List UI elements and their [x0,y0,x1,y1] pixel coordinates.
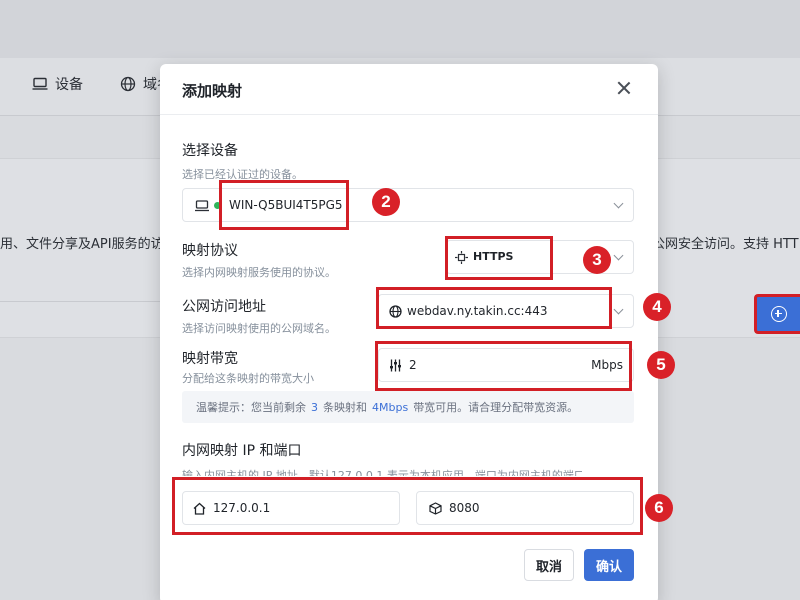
home-icon [193,502,206,515]
panel-divider [0,301,160,302]
bandwidth-tip: 温馨提示：您当前剩余 3 条映射和 4Mbps 带宽可用。请合理分配带宽资源。 [182,391,634,423]
device-select[interactable]: WIN-Q5BUI4T5PG5 [182,188,634,222]
internal-port-value: 8080 [449,501,480,515]
internal-label: 内网映射 IP 和端口 [182,443,302,459]
annotation-badge-6: 6 [645,494,673,522]
device-value: WIN-Q5BUI4T5PG5 [229,198,343,212]
computer-icon [195,200,209,212]
internal-ip-value: 127.0.0.1 [213,501,271,515]
close-icon[interactable] [616,80,632,96]
tip-suffix: 带宽可用。请合理分配带宽资源。 [413,401,579,414]
add-mapping-dialog: 添加映射 选择设备 选择已经认证过的设备。 WIN-Q5BUI4T5PG5 映射… [160,64,658,600]
protocol-label: 映射协议 [182,243,238,259]
tip-bandwidth-left: 4Mbps [372,400,409,414]
globe-icon [120,76,136,92]
dialog-divider [160,114,658,115]
public-address-select[interactable]: webdav.ny.takin.cc:443 [378,294,634,328]
public-address-hint: 选择访问映射使用的公网域名。 [182,322,336,335]
chevron-down-icon [613,304,624,315]
internal-hint: 输入内网主机的 IP 地址，默认127.0.0.1 表示为本机应用，端口为内网主… [182,469,582,476]
cancel-button[interactable]: 取消 [524,549,574,581]
protocol-hint: 选择内网映射服务使用的协议。 [182,266,336,279]
chevron-down-icon [613,250,624,261]
public-address-value: webdav.ny.takin.cc:443 [407,304,548,318]
tip-middle: 条映射和 [323,401,367,414]
top-bar [0,0,800,58]
device-label: 选择设备 [182,143,238,159]
public-address-label: 公网访问地址 [182,299,266,315]
sliders-icon [390,359,401,372]
annotation-badge-4: 4 [643,293,671,321]
bandwidth-hint: 分配给这条映射的带宽大小 [182,372,314,385]
tip-prefix: 温馨提示：您当前剩余 [196,401,306,414]
bandwidth-unit: Mbps [591,358,623,372]
monitor-icon [32,77,48,90]
add-mapping-button[interactable] [754,294,800,334]
device-hint: 选择已经认证过的设备。 [182,168,303,181]
dialog-title: 添加映射 [182,82,243,100]
tab-devices[interactable]: 设备 [32,74,83,94]
cube-icon [429,502,442,515]
bandwidth-input[interactable]: 2 Mbps [378,348,634,382]
bandwidth-value: 2 [409,358,417,372]
annotation-badge-5: 5 [647,351,675,379]
protocol-value: HTTPS [473,250,514,263]
globe-icon [389,305,402,318]
bandwidth-label: 映射带宽 [182,351,238,367]
tab-devices-label: 设备 [55,77,83,93]
device-status-dot [214,202,221,209]
plus-circle-icon [770,306,787,322]
annotation-badge-2: 2 [372,188,400,216]
internal-ip-input[interactable]: 127.0.0.1 [182,491,400,525]
page-description-right: 公网安全访问。支持 HTT [652,237,799,252]
protocol-icon [455,251,468,264]
chevron-down-icon [613,198,624,209]
internal-port-input[interactable]: 8080 [416,491,634,525]
page-description-left: 用、文件分享及API服务的访 [0,237,164,252]
annotation-badge-3: 3 [583,246,611,274]
tip-mappings-left: 3 [311,400,318,414]
confirm-button[interactable]: 确认 [584,549,634,581]
